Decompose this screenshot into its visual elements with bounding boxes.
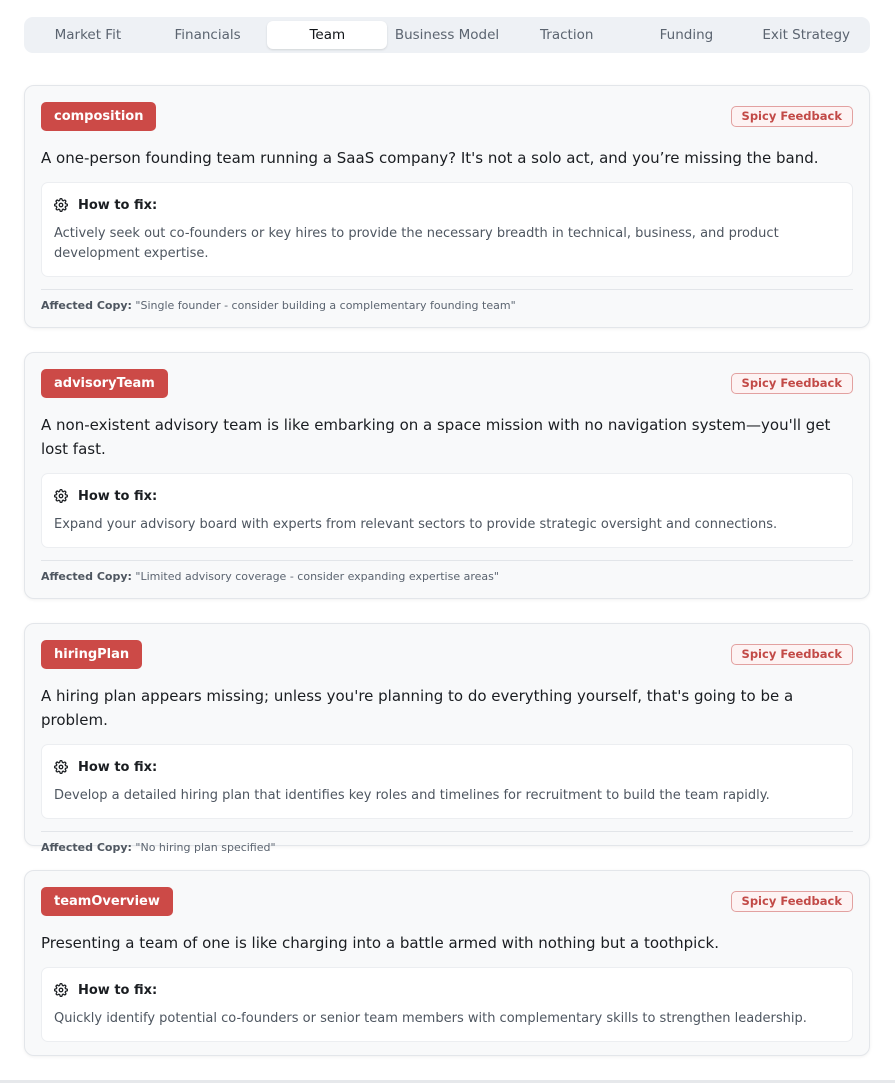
tab-financials[interactable]: Financials xyxy=(148,21,268,49)
how-to-fix-header: How to fix: xyxy=(54,758,840,776)
fix-suggestion: Quickly identify potential co-founders o… xyxy=(54,1011,807,1026)
spicy-feedback-badge: Spicy Feedback xyxy=(730,373,853,394)
spicy-feedback-badge: Spicy Feedback xyxy=(730,106,853,127)
critique-text: A one-person founding team running a Saa… xyxy=(41,149,819,167)
feedback-card: teamOverview Spicy Feedback Presenting a… xyxy=(24,870,870,1056)
critique-text: Presenting a team of one is like chargin… xyxy=(41,934,719,952)
category-tag: hiringPlan xyxy=(41,640,143,669)
how-to-fix-box: How to fix: Quickly identify potential c… xyxy=(41,967,853,1042)
team-feedback-page: Market Fit Financials Team Business Mode… xyxy=(0,0,895,1083)
affected-copy: Affected Copy: "No hiring plan specified… xyxy=(41,831,853,871)
how-to-fix-box: How to fix: Actively seek out co-founder… xyxy=(41,182,853,277)
affected-copy-value: "Single founder - consider building a co… xyxy=(135,299,516,312)
feedback-card: advisoryTeam Spicy Feedback A non-existe… xyxy=(24,352,870,599)
tab-funding[interactable]: Funding xyxy=(627,21,747,49)
category-tag: advisoryTeam xyxy=(41,369,168,398)
fix-suggestion: Develop a detailed hiring plan that iden… xyxy=(54,788,770,803)
affected-copy-label: Affected Copy: xyxy=(41,570,132,583)
spicy-feedback-badge: Spicy Feedback xyxy=(730,644,853,665)
gear-icon xyxy=(54,760,68,774)
how-to-fix-box: How to fix: Expand your advisory board w… xyxy=(41,473,853,548)
gear-icon xyxy=(54,489,68,503)
affected-copy: Affected Copy: "Single founder - conside… xyxy=(41,289,853,329)
tab-exit-strategy[interactable]: Exit Strategy xyxy=(746,21,866,49)
how-to-fix-label: How to fix: xyxy=(78,982,158,998)
tab-team[interactable]: Team xyxy=(267,21,388,49)
how-to-fix-label: How to fix: xyxy=(78,759,158,775)
how-to-fix-header: How to fix: xyxy=(54,196,840,214)
affected-copy: Affected Copy: "Limited advisory coverag… xyxy=(41,560,853,600)
tab-traction[interactable]: Traction xyxy=(507,21,627,49)
affected-copy-value: "Limited advisory coverage - consider ex… xyxy=(135,570,499,583)
how-to-fix-header: How to fix: xyxy=(54,487,840,505)
card-header: composition Spicy Feedback xyxy=(41,102,853,131)
tab-business-model[interactable]: Business Model xyxy=(387,21,507,49)
critique-text: A non-existent advisory team is like emb… xyxy=(41,416,831,458)
affected-copy-label: Affected Copy: xyxy=(41,299,132,312)
category-tag: composition xyxy=(41,102,157,131)
category-tab-bar: Market Fit Financials Team Business Mode… xyxy=(24,17,870,53)
affected-copy-label: Affected Copy: xyxy=(41,841,132,854)
how-to-fix-label: How to fix: xyxy=(78,488,158,504)
how-to-fix-header: How to fix: xyxy=(54,981,840,999)
critique-text: A hiring plan appears missing; unless yo… xyxy=(41,687,794,729)
tab-market-fit[interactable]: Market Fit xyxy=(28,21,148,49)
affected-copy-value: "No hiring plan specified" xyxy=(135,841,276,854)
fix-suggestion: Actively seek out co-founders or key hir… xyxy=(54,226,779,261)
card-header: teamOverview Spicy Feedback xyxy=(41,887,853,916)
card-header: advisoryTeam Spicy Feedback xyxy=(41,369,853,398)
how-to-fix-box: How to fix: Develop a detailed hiring pl… xyxy=(41,744,853,819)
fix-suggestion: Expand your advisory board with experts … xyxy=(54,517,778,532)
gear-icon xyxy=(54,983,68,997)
feedback-card: hiringPlan Spicy Feedback A hiring plan … xyxy=(24,623,870,854)
how-to-fix-label: How to fix: xyxy=(78,197,158,213)
gear-icon xyxy=(54,198,68,212)
category-tag: teamOverview xyxy=(41,887,173,916)
card-header: hiringPlan Spicy Feedback xyxy=(41,640,853,669)
feedback-card: composition Spicy Feedback A one-person … xyxy=(24,85,870,328)
spicy-feedback-badge: Spicy Feedback xyxy=(730,891,853,912)
